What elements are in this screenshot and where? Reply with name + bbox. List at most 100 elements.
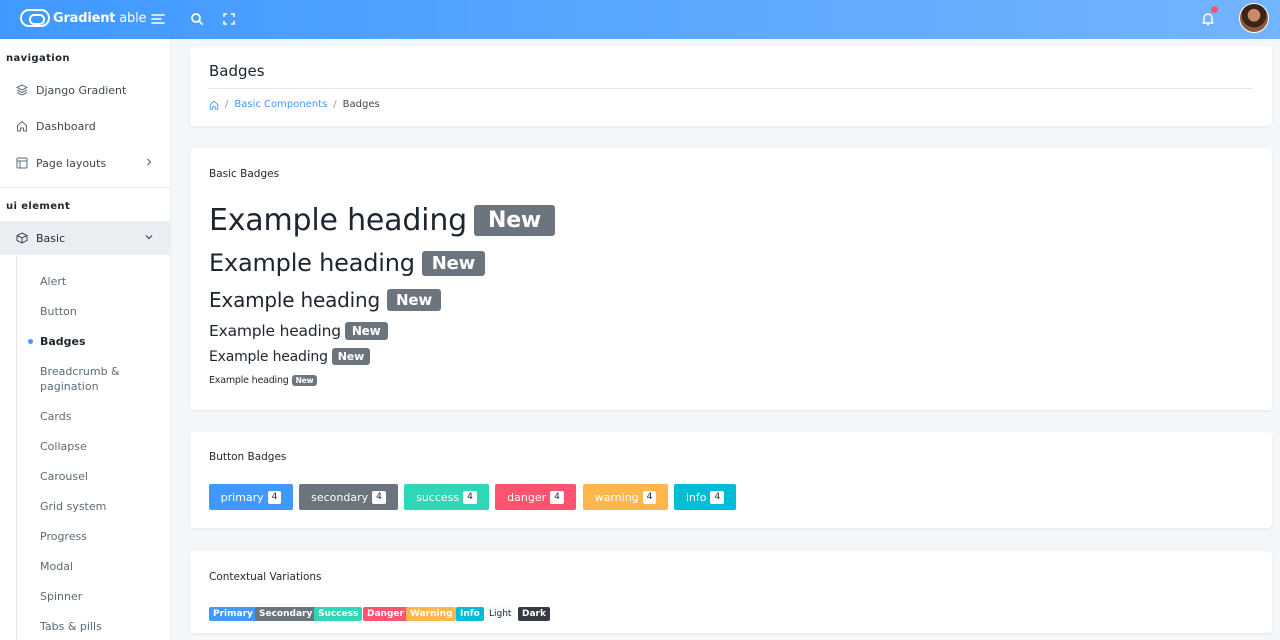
page-header-card: Badges / Basic Components / Badges xyxy=(190,46,1272,126)
menu-icon[interactable] xyxy=(150,10,168,28)
sidebar-subitem-spinner[interactable]: Spinner xyxy=(40,589,82,604)
badge-info: Info xyxy=(456,607,484,621)
sidebar-subitem-alert[interactable]: Alert xyxy=(40,274,66,289)
count-badge: 4 xyxy=(463,490,477,504)
nav-caption-navigation: navigation xyxy=(6,53,70,64)
heading-h2: Example heading New xyxy=(209,247,486,279)
button-label: info xyxy=(685,490,707,504)
breadcrumb: / Basic Components / Badges xyxy=(209,99,380,110)
count-badge: 4 xyxy=(710,490,725,504)
card-title: Basic Badges xyxy=(209,168,280,180)
basic-badges-card: Basic Badges Example heading New Example… xyxy=(190,148,1272,410)
card-title: Contextual Variations xyxy=(209,571,322,583)
layers-icon xyxy=(16,84,28,96)
notification-dot xyxy=(1211,6,1218,13)
sidebar-subitem-modal[interactable]: Modal xyxy=(40,559,73,574)
sidebar-item-dashboard[interactable]: Dashboard xyxy=(0,109,170,143)
sidebar-subitem-grid-system[interactable]: Grid system xyxy=(40,499,106,514)
fullscreen-icon[interactable] xyxy=(220,10,238,28)
active-dot xyxy=(28,339,33,344)
nav-caption-ui-element: ui element xyxy=(6,201,71,212)
sidebar-subitem-tabs-pills[interactable]: Tabs & pills xyxy=(40,619,102,634)
badge-success: Success xyxy=(314,607,363,621)
new-badge: New xyxy=(473,205,556,236)
page-title: Badges xyxy=(209,62,265,80)
contextual-variations-card: Contextual Variations Primary Secondary … xyxy=(190,551,1272,633)
new-badge: New xyxy=(291,374,318,386)
home-icon[interactable] xyxy=(209,100,219,110)
danger-button[interactable]: danger 4 xyxy=(495,484,576,510)
sidebar-item-label: Django Gradient xyxy=(36,83,127,97)
count-badge: 4 xyxy=(267,490,282,504)
box-icon xyxy=(16,232,28,244)
home-icon xyxy=(17,120,27,132)
heading-h4: Example heading New xyxy=(209,320,388,341)
info-button[interactable]: info 4 xyxy=(674,484,736,510)
sidebar-subitem-button[interactable]: Button xyxy=(40,304,77,319)
breadcrumb-link-basic-components[interactable]: Basic Components xyxy=(234,99,327,110)
badge-dark: Dark xyxy=(518,607,550,621)
heading-h6: Example heading New xyxy=(209,373,318,387)
button-label: secondary xyxy=(311,490,369,504)
badge-light: Light xyxy=(485,607,516,621)
warning-button[interactable]: warning 4 xyxy=(583,484,668,510)
breadcrumb-separator: / xyxy=(225,99,229,110)
chevron-down-icon xyxy=(145,235,153,240)
heading-text: Example heading xyxy=(209,288,380,312)
search-icon[interactable] xyxy=(188,10,206,28)
breadcrumb-separator: / xyxy=(333,99,337,110)
brand-name: Gradient able xyxy=(53,10,147,26)
heading-h5: Example heading New xyxy=(209,347,371,366)
heading-text: Example heading xyxy=(209,348,328,365)
heading-text: Example heading xyxy=(209,249,415,277)
sidebar-item-django-gradient[interactable]: Django Gradient xyxy=(0,73,170,107)
submenu-tree-line xyxy=(16,256,17,640)
success-button[interactable]: success 4 xyxy=(404,484,489,510)
breadcrumb-current: Badges xyxy=(342,99,380,110)
logo-icon xyxy=(20,9,50,27)
secondary-button[interactable]: secondary 4 xyxy=(299,484,398,510)
sidebar-divider xyxy=(0,187,170,188)
top-header: Gradient able xyxy=(0,0,1280,39)
sidebar-item-page-layouts[interactable]: Page layouts xyxy=(0,146,170,180)
button-label: primary xyxy=(220,490,264,504)
new-badge: New xyxy=(421,250,486,276)
sidebar-item-label: Dashboard xyxy=(36,119,96,133)
button-label: warning xyxy=(594,490,639,504)
button-badges-card: Button Badges primary 4 secondary 4 succes… xyxy=(190,432,1272,528)
count-badge: 4 xyxy=(642,490,657,504)
badge-danger: Danger xyxy=(363,607,408,621)
sidebar-item-basic[interactable]: Basic xyxy=(0,221,170,255)
sidebar-item-label: Page layouts xyxy=(36,156,107,170)
sidebar-subitem-cards[interactable]: Cards xyxy=(40,409,71,424)
new-badge: New xyxy=(387,289,441,311)
sidebar-subitem-carousel[interactable]: Carousel xyxy=(40,469,88,484)
button-label: success xyxy=(416,490,460,504)
heading-text: Example heading xyxy=(209,203,467,238)
count-badge: 4 xyxy=(550,490,564,504)
sidebar-subitem-pagination[interactable]: pagination xyxy=(40,379,99,394)
count-badge: 4 xyxy=(372,490,386,504)
sidebar-subitem-progress[interactable]: Progress xyxy=(40,529,87,544)
primary-button[interactable]: primary 4 xyxy=(209,484,293,510)
sidebar-item-label: Basic xyxy=(36,231,66,245)
heading-text: Example heading xyxy=(209,321,341,340)
sidebar-subitem-collapse[interactable]: Collapse xyxy=(40,439,87,454)
card-title: Button Badges xyxy=(209,451,287,463)
chevron-right-icon xyxy=(147,158,152,166)
page-header-divider xyxy=(209,88,1253,89)
user-avatar[interactable] xyxy=(1239,3,1269,33)
badge-warning: Warning xyxy=(406,607,457,621)
new-badge: New xyxy=(331,348,371,365)
heading-text: Example heading xyxy=(209,374,289,386)
badge-secondary: Secondary xyxy=(255,607,317,621)
brand-logo[interactable]: Gradient able xyxy=(20,9,146,27)
new-badge: New xyxy=(344,321,388,340)
sidebar: navigation Django Gradient Dashboard Pag… xyxy=(0,39,171,640)
badge-primary: Primary xyxy=(209,607,257,621)
button-label: danger xyxy=(507,490,547,504)
heading-h3: Example heading New xyxy=(209,286,441,314)
sidebar-subitem-badges[interactable]: Badges xyxy=(40,334,86,349)
heading-h1: Example heading New xyxy=(209,201,556,240)
sidebar-subitem-breadcrumb[interactable]: Breadcrumb & xyxy=(40,364,120,379)
